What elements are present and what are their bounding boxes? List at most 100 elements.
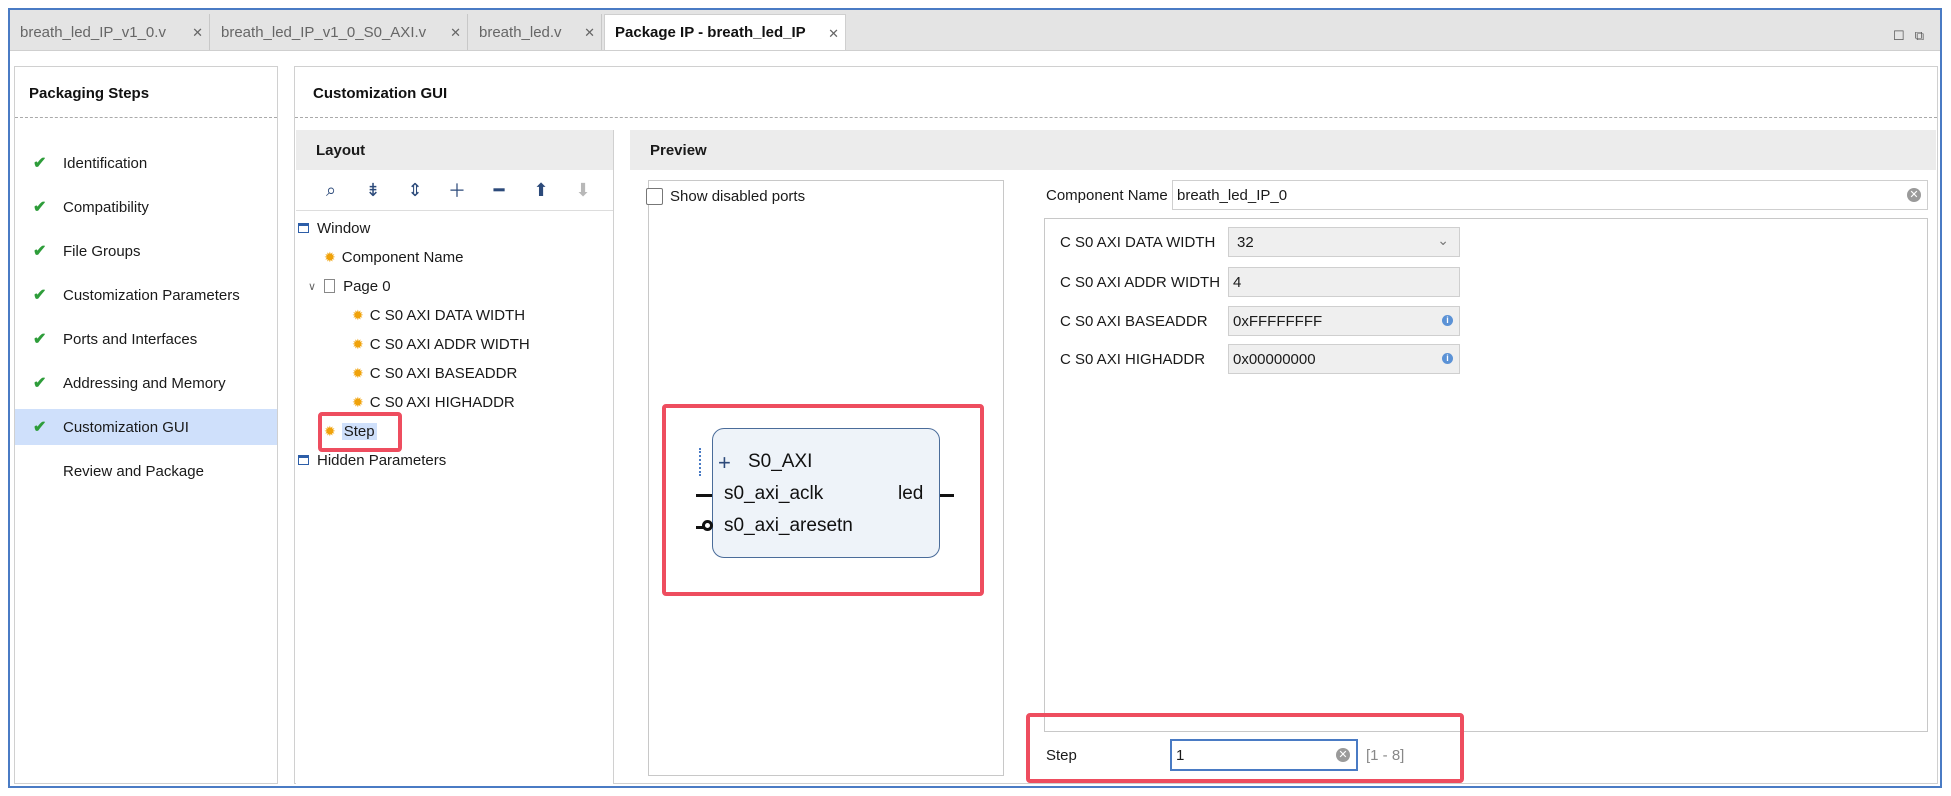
- close-icon[interactable]: ✕: [450, 25, 461, 41]
- close-icon[interactable]: ✕: [192, 25, 203, 41]
- close-icon[interactable]: ✕: [828, 26, 839, 42]
- select-value: 32: [1237, 233, 1254, 251]
- window-controls: ☐ ⧉: [1893, 28, 1924, 44]
- component-name-input[interactable]: breath_led_IP_0 ✕: [1172, 180, 1928, 210]
- checkbox-label: Show disabled ports: [670, 188, 806, 205]
- restore-icon[interactable]: ⧉: [1915, 28, 1924, 44]
- highlight-box: [662, 404, 984, 596]
- baseaddr-input[interactable]: 0xFFFFFFFF i: [1228, 306, 1460, 336]
- close-icon[interactable]: ✕: [584, 25, 595, 41]
- expand-all-icon[interactable]: ⇕: [394, 175, 436, 205]
- checkmark-icon: ✔: [33, 199, 47, 216]
- parameters-page: [1044, 218, 1928, 732]
- tab-breath-led-ip-s0-axi[interactable]: breath_led_IP_v1_0_S0_AXI.v ✕: [211, 14, 468, 50]
- divider: [15, 117, 277, 118]
- tree-item-component-name[interactable]: ✹ Component Name: [324, 243, 463, 271]
- step-label: File Groups: [63, 242, 141, 260]
- highaddr-input[interactable]: 0x00000000 i: [1228, 344, 1460, 374]
- step-identification[interactable]: ✔ Identification: [15, 145, 277, 181]
- tree-label: Hidden Parameters: [317, 451, 447, 469]
- chevron-down-icon[interactable]: ∨: [308, 280, 316, 293]
- tree-item-window[interactable]: Window: [298, 214, 370, 242]
- tree-label: C S0 AXI HIGHADDR: [369, 393, 515, 411]
- window-icon: [298, 455, 309, 465]
- step-customization-gui[interactable]: ✔ Customization GUI: [15, 409, 277, 445]
- layout-toolbar: ⌕ ⇟ ⇕ ＋ ━ ⬆ ⬇: [296, 170, 613, 211]
- preview-title: Preview: [630, 130, 1936, 170]
- checkbox[interactable]: [646, 188, 663, 205]
- step-label: Ports and Interfaces: [63, 330, 198, 348]
- step-label: Customization GUI: [63, 418, 189, 436]
- packaging-steps-title: Packaging Steps: [29, 85, 150, 102]
- chevron-down-icon[interactable]: ⌄: [1437, 232, 1449, 249]
- checkmark-icon: ✔: [33, 375, 47, 392]
- gear-icon: ✹: [352, 306, 364, 323]
- layout-title: Layout: [296, 130, 613, 170]
- packaging-steps-panel: Packaging Steps ✔ Identification ✔ Compa…: [14, 66, 278, 784]
- tree-item-param[interactable]: ✹ C S0 AXI BASEADDR: [352, 359, 517, 387]
- tree-item-param[interactable]: ✹ C S0 AXI DATA WIDTH: [352, 301, 525, 329]
- gear-icon: ✹: [324, 248, 336, 265]
- tree-label: C S0 AXI ADDR WIDTH: [369, 335, 530, 353]
- step-label: Identification: [63, 154, 148, 172]
- step-label: Review and Package: [63, 462, 204, 480]
- clear-icon[interactable]: ✕: [1907, 188, 1921, 202]
- tree-label: Window: [317, 219, 371, 237]
- highlight-box: [1026, 713, 1464, 783]
- window-icon: [298, 223, 309, 233]
- tree-label: Page 0: [343, 277, 391, 295]
- input-value: 0xFFFFFFFF: [1233, 312, 1323, 330]
- tree-label: C S0 AXI BASEADDR: [369, 364, 518, 382]
- step-review-and-package[interactable]: Review and Package: [15, 453, 277, 489]
- checkmark-icon: ✔: [33, 155, 47, 172]
- tab-label: breath_led_IP_v1_0.v: [20, 23, 166, 41]
- add-icon[interactable]: ＋: [436, 175, 478, 205]
- input-value: 0x00000000: [1233, 350, 1316, 368]
- step-file-groups[interactable]: ✔ File Groups: [15, 233, 277, 269]
- checkmark-icon: ✔: [33, 243, 47, 260]
- search-icon[interactable]: ⌕: [310, 175, 352, 205]
- tab-label: breath_led_IP_v1_0_S0_AXI.v: [221, 23, 427, 41]
- checkmark-icon: ✔: [33, 287, 47, 304]
- step-compatibility[interactable]: ✔ Compatibility: [15, 189, 277, 225]
- tab-package-ip[interactable]: Package IP - breath_led_IP ✕: [604, 14, 846, 50]
- page-icon: [324, 279, 336, 293]
- collapse-all-icon[interactable]: ⇟: [352, 175, 394, 205]
- editor-tab-bar: breath_led_IP_v1_0.v ✕ breath_led_IP_v1_…: [10, 10, 1940, 51]
- tree-label: Component Name: [341, 248, 464, 266]
- divider: [295, 117, 1937, 118]
- info-icon[interactable]: i: [1442, 353, 1453, 364]
- remove-icon[interactable]: ━: [478, 175, 520, 205]
- tree-label: C S0 AXI DATA WIDTH: [369, 306, 526, 324]
- step-label: Compatibility: [63, 198, 149, 216]
- info-icon[interactable]: i: [1442, 315, 1453, 326]
- customization-gui-title: Customization GUI: [313, 85, 448, 102]
- data-width-select[interactable]: 32 ⌄: [1228, 227, 1460, 257]
- param-label: C S0 AXI ADDR WIDTH: [1060, 274, 1221, 291]
- input-value: 4: [1233, 273, 1242, 291]
- step-label: Addressing and Memory: [63, 374, 226, 392]
- step-ports-and-interfaces[interactable]: ✔ Ports and Interfaces: [15, 321, 277, 357]
- input-value: breath_led_IP_0: [1177, 186, 1288, 204]
- tree-item-page-0[interactable]: ∨ Page 0: [308, 272, 391, 300]
- component-name-label: Component Name: [1046, 187, 1168, 204]
- move-down-icon[interactable]: ⬇: [562, 175, 604, 205]
- step-customization-parameters[interactable]: ✔ Customization Parameters: [15, 277, 277, 313]
- tab-label: breath_led.v: [479, 23, 562, 41]
- gear-icon: ✹: [352, 393, 364, 410]
- step-addressing-and-memory[interactable]: ✔ Addressing and Memory: [15, 365, 277, 401]
- show-disabled-ports[interactable]: Show disabled ports: [646, 188, 805, 205]
- gear-icon: ✹: [352, 335, 364, 352]
- tree-item-param[interactable]: ✹ C S0 AXI ADDR WIDTH: [352, 330, 530, 358]
- addr-width-input[interactable]: 4: [1228, 267, 1460, 297]
- checkmark-icon: ✔: [33, 331, 47, 348]
- checkmark-icon: ✔: [33, 419, 47, 436]
- param-label: C S0 AXI HIGHADDR: [1060, 351, 1206, 368]
- maximize-icon[interactable]: ☐: [1893, 28, 1905, 44]
- tab-breath-led-ip-v1-0[interactable]: breath_led_IP_v1_0.v ✕: [10, 14, 210, 50]
- move-up-icon[interactable]: ⬆: [520, 175, 562, 205]
- layout-panel: Layout ⌕ ⇟ ⇕ ＋ ━ ⬆ ⬇ Window ✹ Component …: [296, 130, 614, 784]
- param-label: C S0 AXI BASEADDR: [1060, 313, 1208, 330]
- tab-breath-led[interactable]: breath_led.v ✕: [469, 14, 602, 50]
- gear-icon: ✹: [352, 364, 364, 381]
